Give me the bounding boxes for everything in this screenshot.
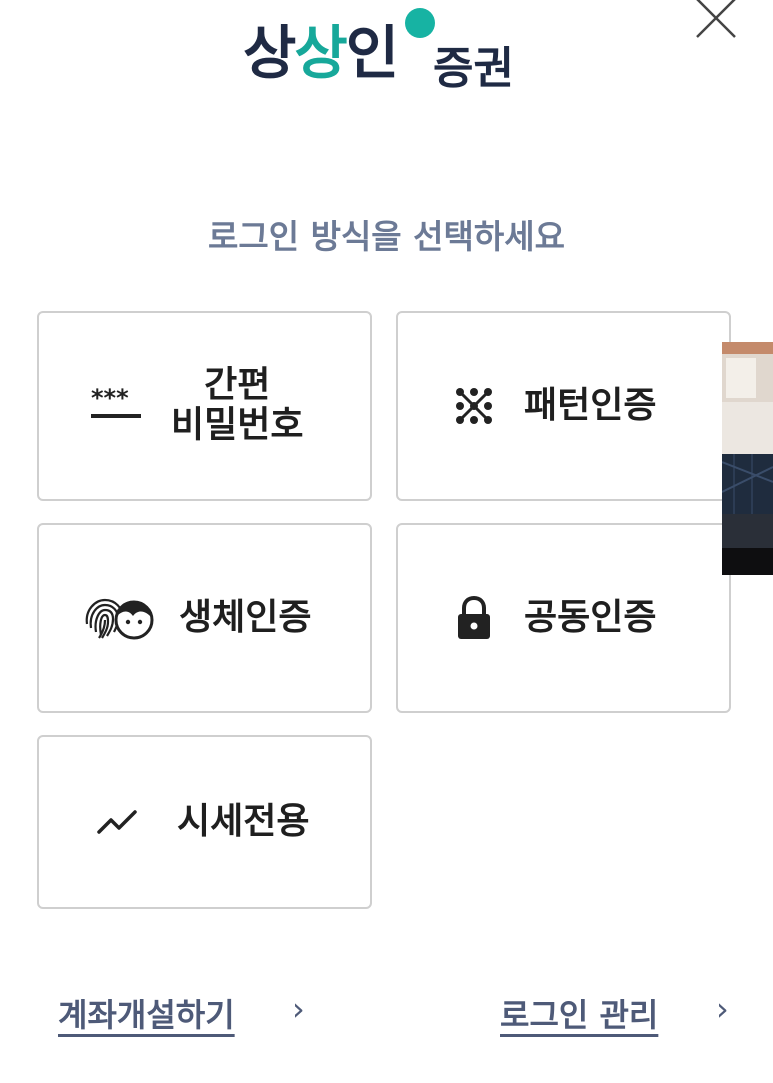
brand-logo: 상상인 증권 (243, 6, 543, 106)
asterisk-password-icon: *** (91, 388, 141, 418)
lock-icon (458, 596, 490, 639)
simple-password-login-button[interactable]: *** 간편 비밀번호 (37, 311, 372, 501)
logo-wordmark: 상상인 (243, 19, 399, 87)
pattern-login-button[interactable]: 패턴인증 (396, 311, 731, 501)
open-account-link[interactable]: 계좌개설하기 (58, 990, 235, 1036)
close-icon (696, 0, 736, 38)
certificate-label: 공동인증 (524, 596, 657, 638)
biometric-label: 생체인증 (179, 596, 312, 638)
open-account-chevron-icon[interactable]: › (292, 990, 305, 1028)
login-management-link[interactable]: 로그인 관리 (500, 990, 658, 1036)
simple-password-line1: 간편 (204, 364, 271, 406)
close-button[interactable] (690, 0, 742, 44)
login-method-screen: 상상인 증권 로그인 방식을 선택하세요 *** 간편 비밀번호 패턴인증 생체… (0, 0, 773, 1083)
biometric-login-button[interactable]: 생체인증 (37, 523, 372, 713)
logo-dot (405, 8, 435, 38)
market-only-label: 시세전용 (177, 800, 310, 842)
background-photo-thumbnail (722, 342, 773, 575)
page-subtitle: 로그인 방식을 선택하세요 (208, 217, 565, 256)
simple-password-label: 간편 비밀번호 (171, 364, 304, 447)
trend-line-icon (97, 810, 137, 834)
certificate-login-button[interactable]: 공동인증 (396, 523, 731, 713)
pattern-dots-icon (456, 388, 492, 424)
login-management-chevron-icon[interactable]: › (716, 990, 729, 1028)
svg-text:***: *** (91, 388, 129, 412)
fingerprint-face-icon (85, 598, 154, 640)
market-only-login-button[interactable]: 시세전용 (37, 735, 372, 909)
logo-suffix: 증권 (433, 43, 514, 94)
pattern-label: 패턴인증 (524, 384, 657, 426)
simple-password-line2: 비밀번호 (171, 405, 304, 446)
